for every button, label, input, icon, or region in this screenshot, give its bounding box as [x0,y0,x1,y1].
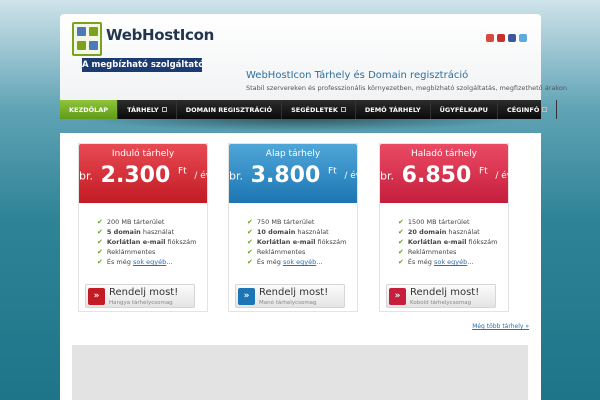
plan-card-indulo: Induló tárhely br. 2.300 Ft / év ✔ 200 MB… [78,143,212,312]
order-button[interactable]: » Rendelj most! Kobold tárhelycsomag [386,284,496,308]
feature-item: ✔ 5 domain használat [97,228,175,236]
more-hosting-link[interactable]: Még több tárhely » [472,323,529,330]
double-chevron-icon: » [389,288,406,305]
plan-features: ✔ 1500 MB tárterület ✔ 20 domain használat… [380,203,508,267]
plan-features: ✔ 200 MB tárterület ✔ 5 domain használat ✔… [79,203,207,267]
logo-text: WebHostIcon [106,26,215,44]
plan-header: Induló tárhely br. 2.300 Ft / év [79,144,212,203]
plan-price: br. 2.300 Ft / év [79,163,212,188]
plan-title: Haladó tárhely [410,149,478,159]
feature-item: ✔ És még sok egyéb... [398,258,474,266]
plan-price: br. 6.850 Ft / év [380,163,513,188]
check-icon: ✔ [247,238,253,246]
tagline-title: WebHostIcon Tárhely és Domain regisztrác… [246,70,469,81]
nav-item-kezdolap[interactable]: KEZDŐLAP [60,100,119,119]
order-button[interactable]: » Rendelj most! Manó tárhelycsomag [235,284,345,308]
facebook-icon[interactable] [508,34,516,42]
logo-icon [72,22,102,56]
check-icon: ✔ [97,228,103,236]
double-chevron-icon: » [88,288,105,305]
feature-item: ✔ 1500 MB tárterület [398,218,470,226]
plan-header: Haladó tárhely br. 6.850 Ft / év [380,144,513,203]
feature-item: ✔ Reklámmentes [247,248,306,256]
more-features-link[interactable]: sok egyéb [133,258,166,266]
check-icon: ✔ [398,218,404,226]
main-nav: KEZDŐLAP TÁRHELY DOMAIN REGISZTRÁCIÓ SEG… [60,100,558,119]
feature-item: ✔ És még sok egyéb... [97,258,173,266]
plan-price: br. 3.800 Ft / év [229,163,362,188]
check-icon: ✔ [247,218,253,226]
nav-item-ceginfo[interactable]: CÉGINFÓ [498,100,558,119]
nav-shadow [80,119,520,131]
check-icon: ✔ [398,238,404,246]
check-icon: ✔ [398,228,404,236]
order-button[interactable]: » Rendelj most! Hangya tárhelycsomag [85,284,195,308]
more-features-link[interactable]: sok egyéb [283,258,316,266]
check-icon: ✔ [97,218,103,226]
feature-item: ✔ Reklámmentes [97,248,156,256]
dropdown-icon [542,107,548,112]
check-icon: ✔ [247,258,253,266]
plan-card-halado: Haladó tárhely br. 6.850 Ft / év ✔ 1500 M… [379,143,513,312]
site-header: WebHostIcon A megbízható szolgáltató Web… [60,14,567,100]
page-wrapper: WebHostIcon A megbízható szolgáltató Web… [60,14,567,400]
plan-card-alap: Alap tárhely br. 3.800 Ft / év ✔ 750 MB t… [228,143,362,312]
feature-item: ✔ Korlátlan e-mail fiókszám [247,238,347,246]
feature-item: ✔ Korlátlan e-mail fiókszám [398,238,498,246]
feature-item: ✔ 750 MB tárterület [247,218,315,226]
site-logo[interactable]: WebHostIcon A megbízható szolgáltató [72,22,214,72]
feature-item: ✔ És még sok egyéb... [247,258,323,266]
social-icons [486,34,527,42]
check-icon: ✔ [97,258,103,266]
feature-item: ✔ Korlátlan e-mail fiókszám [97,238,197,246]
logo-subtitle: A megbízható szolgáltató [82,58,205,72]
twitter-icon[interactable] [519,34,527,42]
plan-features: ✔ 750 MB tárterület ✔ 10 domain használat … [229,203,357,267]
dropdown-icon [340,107,346,112]
youtube-icon[interactable] [497,34,505,42]
check-icon: ✔ [398,248,404,256]
nav-item-demo[interactable]: DEMÓ TÁRHELY [356,100,431,119]
nav-item-ugyfelkapu[interactable]: ÜGYFÉLKAPU [431,100,498,119]
content-placeholder-block [72,345,528,400]
dropdown-icon [161,107,167,112]
tagline-subtitle: Stabil szervereken és professzionális kö… [246,84,567,92]
check-icon: ✔ [97,238,103,246]
feature-item: ✔ 20 domain használat [398,228,480,236]
google-plus-icon[interactable] [486,34,494,42]
feature-item: ✔ 200 MB tárterület [97,218,165,226]
main-content: Induló tárhely br. 2.300 Ft / év ✔ 200 MB… [60,133,541,400]
double-chevron-icon: » [238,288,255,305]
nav-item-tarhely[interactable]: TÁRHELY [118,100,177,119]
feature-item: ✔ Reklámmentes [398,248,457,256]
check-icon: ✔ [247,248,253,256]
check-icon: ✔ [97,248,103,256]
feature-item: ✔ 10 domain használat [247,228,329,236]
nav-item-segedletek[interactable]: SEGÉDLETEK [282,100,356,119]
plan-header: Alap tárhely br. 3.800 Ft / év [229,144,362,203]
check-icon: ✔ [247,228,253,236]
plan-title: Induló tárhely [111,149,175,159]
nav-item-domain[interactable]: DOMAIN REGISZTRÁCIÓ [177,100,283,119]
more-features-link[interactable]: sok egyéb [434,258,467,266]
plan-title: Alap tárhely [265,149,321,159]
check-icon: ✔ [398,258,404,266]
